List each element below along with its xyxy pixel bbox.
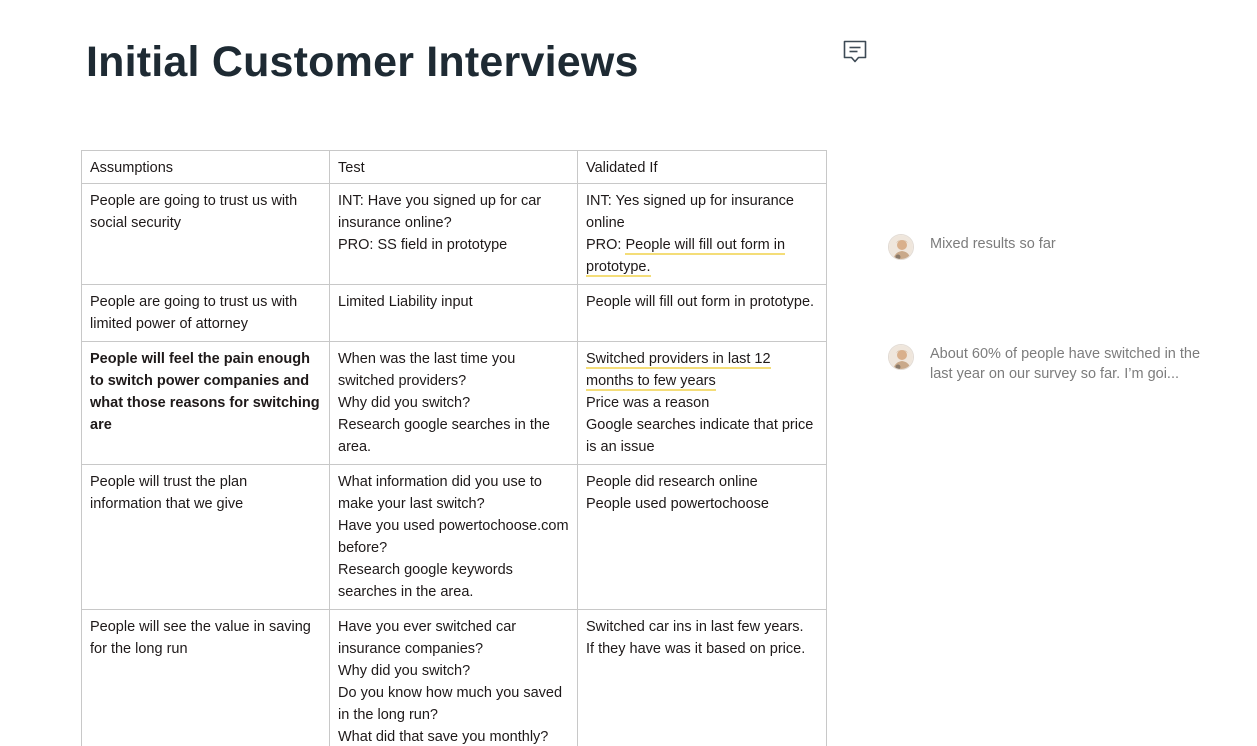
table-cell[interactable]: People will trust the plan information t…	[81, 464, 330, 610]
cell-text-prefix: PRO:	[586, 237, 626, 253]
table-header-cell[interactable]: Validated If	[577, 150, 827, 184]
cell-text: People did research online	[586, 474, 758, 490]
cell-text: Have you ever switched car insurance com…	[338, 619, 517, 657]
cell-text: Switched car ins in last few years.	[586, 619, 804, 635]
cell-text: What information did you use to make you…	[338, 474, 542, 512]
cell-text: Why did you switch?	[338, 663, 471, 679]
table-header-row: Assumptions Test Validated If	[81, 150, 827, 184]
table-row: People are going to trust us with social…	[81, 183, 827, 285]
comment-thread[interactable]: About 60% of people have switched in the…	[888, 344, 1220, 384]
table-cell[interactable]: INT: Yes signed up for insurance online …	[577, 183, 827, 285]
cell-text: Research google searches in the area.	[338, 417, 550, 455]
table-cell[interactable]: When was the last time you switched prov…	[329, 341, 578, 465]
cell-text: INT: Have you signed up for car insuranc…	[338, 193, 542, 231]
commented-text-highlight[interactable]: Switched providers in last 12 months to …	[586, 351, 771, 391]
table-cell[interactable]: People did research online People used p…	[577, 464, 827, 610]
table-cell[interactable]: Switched car ins in last few years. If t…	[577, 609, 827, 746]
comment-thread[interactable]: Mixed results so far	[888, 234, 1220, 260]
cell-text: People will fill out form in prototype.	[586, 294, 815, 310]
table-header-cell[interactable]: Test	[329, 150, 578, 184]
table-row: People will see the value in saving for …	[81, 609, 827, 746]
cell-text: People used powertochoose	[586, 496, 769, 512]
table-cell[interactable]: People will fill out form in prototype.	[577, 284, 827, 342]
cell-text: PRO: SS field in prototype	[338, 237, 508, 253]
comment-text: About 60% of people have switched in the…	[930, 346, 1201, 382]
cell-text: Google searches indicate that price is a…	[586, 417, 814, 455]
table-cell[interactable]: People will see the value in saving for …	[81, 609, 330, 746]
table-row: People will trust the plan information t…	[81, 464, 827, 610]
document-page: Initial Customer Interviews Assumptions …	[0, 0, 1257, 746]
table-cell[interactable]: What information did you use to make you…	[329, 464, 578, 610]
table-row: People will feel the pain enough to swit…	[81, 341, 827, 465]
cell-text: People will trust the plan information t…	[90, 474, 248, 512]
cell-text: What did that save you monthly?	[338, 729, 549, 745]
cell-text-bold: People will feel the pain enough to swit…	[90, 351, 320, 433]
add-comment-button[interactable]	[841, 39, 869, 67]
table-header-cell[interactable]: Assumptions	[81, 150, 330, 184]
cell-text: Why did you switch?	[338, 395, 471, 411]
assumptions-table[interactable]: Assumptions Test Validated If People are…	[81, 150, 827, 746]
comment-icon	[843, 40, 867, 63]
cell-text: PRO: People will fill out form in protot…	[586, 234, 818, 278]
cell-text: When was the last time you switched prov…	[338, 351, 516, 389]
document-title[interactable]: Initial Customer Interviews	[86, 38, 639, 87]
table-cell[interactable]: Limited Liability input	[329, 284, 578, 342]
cell-text: If they have was it based on price.	[586, 641, 806, 657]
user-avatar	[888, 234, 914, 260]
table-cell[interactable]: Switched providers in last 12 months to …	[577, 341, 827, 465]
table-cell[interactable]: People are going to trust us with social…	[81, 183, 330, 285]
cell-text: Research google keywords searches in the…	[338, 562, 513, 600]
table-row: People are going to trust us with limite…	[81, 284, 827, 342]
table-cell[interactable]: People will feel the pain enough to swit…	[81, 341, 330, 465]
comment-text: Mixed results so far	[930, 236, 1056, 252]
table-cell[interactable]: People are going to trust us with limite…	[81, 284, 330, 342]
table-cell[interactable]: Have you ever switched car insurance com…	[329, 609, 578, 746]
cell-text: Do you know how much you saved in the lo…	[338, 685, 563, 723]
cell-text: People are going to trust us with social…	[90, 193, 298, 231]
user-avatar	[888, 344, 914, 370]
cell-text: Switched providers in last 12 months to …	[586, 348, 818, 392]
cell-text: Limited Liability input	[338, 294, 473, 310]
cell-text: People will see the value in saving for …	[90, 619, 311, 657]
cell-text: Price was a reason	[586, 395, 710, 411]
cell-text: People are going to trust us with limite…	[90, 294, 298, 332]
cell-text: Have you used powertochoose.com before?	[338, 518, 569, 556]
table-cell[interactable]: INT: Have you signed up for car insuranc…	[329, 183, 578, 285]
cell-text: INT: Yes signed up for insurance online	[586, 193, 794, 231]
